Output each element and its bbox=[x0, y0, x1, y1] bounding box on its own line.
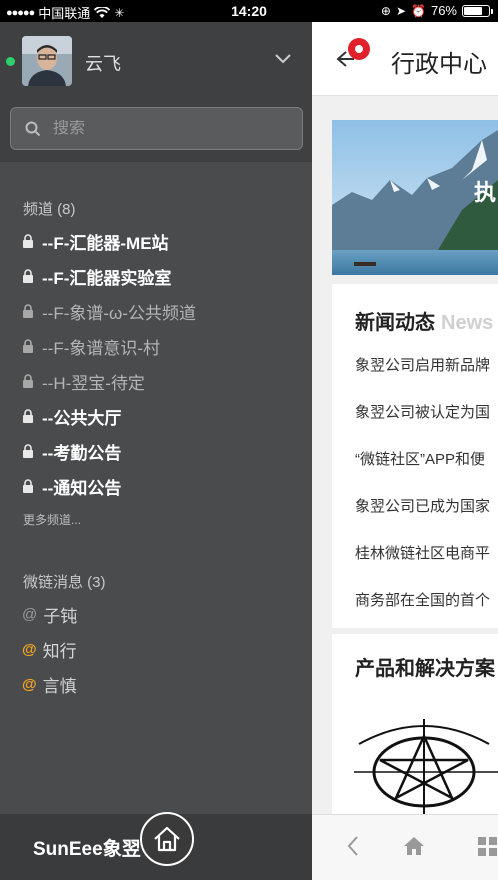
location-icon: ➤ bbox=[395, 3, 407, 18]
channel-item[interactable]: --公共大厅 bbox=[22, 404, 121, 428]
avatar-photo bbox=[22, 36, 72, 86]
status-icons: ⊕ ➤ ⏰ 76% bbox=[380, 3, 493, 18]
channel-label: --F-汇能器实验室 bbox=[42, 268, 172, 288]
message-label: 知行 bbox=[42, 641, 77, 661]
channel-label: --F-汇能器-ME站 bbox=[42, 233, 169, 253]
message-item[interactable]: @ 子钝 bbox=[22, 602, 77, 626]
sidebar-drawer: 云飞 频道 (8) --F-汇能器-ME站 --F-汇能器实验室 --F-象谱-ω-… bbox=[0, 22, 312, 880]
lock-icon bbox=[23, 234, 33, 248]
news-item[interactable]: 象翌公司已成为国家 bbox=[355, 495, 490, 516]
products-title: 产品和解决方案 bbox=[355, 658, 495, 680]
message-item[interactable]: @ 知行 bbox=[22, 637, 77, 661]
news-section-title: 新闻动态 News bbox=[355, 306, 493, 335]
message-label: 子钝 bbox=[43, 606, 78, 626]
bottom-toolbar bbox=[312, 814, 498, 880]
navbar: 行政中心 bbox=[312, 22, 498, 96]
battery-percent: 76% bbox=[430, 3, 457, 18]
lock-icon bbox=[23, 479, 33, 493]
more-channels-link[interactable]: 更多频道... bbox=[23, 511, 81, 528]
online-status-indicator bbox=[6, 57, 15, 66]
channel-item[interactable]: --考勤公告 bbox=[22, 439, 121, 463]
lock-icon bbox=[23, 339, 33, 353]
channel-label: --F-象谱-ω-公共频道 bbox=[42, 303, 196, 323]
channel-label: --考勤公告 bbox=[42, 443, 122, 463]
page-title: 行政中心 bbox=[391, 51, 487, 78]
news-subtitle: News bbox=[441, 312, 494, 334]
news-item[interactable]: 象翌公司被认定为国 bbox=[355, 401, 490, 422]
message-item[interactable]: @ 言慎 bbox=[22, 672, 77, 696]
news-item[interactable]: 桂林微链社区电商平 bbox=[355, 542, 490, 563]
banner-image[interactable]: 执 bbox=[332, 120, 498, 275]
news-card: 新闻动态 News 象翌公司启用新品牌 象翌公司被认定为国 “微链社区”APP和便 象翌… bbox=[332, 284, 498, 628]
status-bar: ●●●●● 中国联通 ✳ 14:20 ⊕ ➤ ⏰ 76% bbox=[0, 0, 498, 22]
search-input[interactable] bbox=[53, 119, 273, 138]
nav-back-icon[interactable] bbox=[346, 835, 360, 857]
brand-logo: SunEee象翌 bbox=[33, 839, 141, 860]
channel-item[interactable]: --通知公告 bbox=[22, 474, 121, 498]
notification-badge bbox=[348, 38, 370, 60]
message-label: 言慎 bbox=[42, 676, 77, 696]
channel-label: --H-翌宝-待定 bbox=[42, 373, 145, 393]
lock-icon bbox=[23, 304, 33, 318]
search-box[interactable] bbox=[10, 107, 303, 150]
channels-section-title: 频道 (8) bbox=[23, 201, 76, 218]
lock-icon bbox=[23, 374, 33, 388]
news-item[interactable]: 象翌公司启用新品牌 bbox=[355, 354, 490, 375]
channel-item[interactable]: --F-象谱-ω-公共频道 bbox=[22, 299, 196, 323]
channel-label: --公共大厅 bbox=[42, 408, 122, 428]
rotation-lock-icon: ⊕ bbox=[380, 3, 391, 18]
banner-text: 执 bbox=[474, 180, 497, 205]
lock-icon bbox=[23, 444, 33, 458]
user-name[interactable]: 云飞 bbox=[85, 50, 121, 76]
floating-home-button[interactable] bbox=[140, 812, 194, 866]
home-outline-icon bbox=[154, 826, 180, 852]
news-item[interactable]: 商务部在全国的首个 bbox=[355, 589, 490, 610]
home-icon[interactable] bbox=[402, 835, 426, 857]
sidebar-header: 云飞 bbox=[0, 22, 312, 162]
mention-icon: @ bbox=[22, 640, 37, 658]
chevron-down-icon[interactable] bbox=[274, 52, 292, 66]
main-page[interactable]: 行政中心 执 新闻动态 News 象翌公司启用新品牌 象翌公司被认定为国 “微链社区”… bbox=[312, 22, 498, 880]
apps-grid-icon[interactable] bbox=[478, 835, 498, 857]
lock-icon bbox=[23, 409, 33, 423]
channel-item[interactable]: --F-象谱意识-村 bbox=[22, 334, 160, 358]
news-title: 新闻动态 bbox=[355, 312, 435, 334]
avatar[interactable] bbox=[22, 36, 72, 86]
lock-icon bbox=[23, 269, 33, 283]
mention-icon: @ bbox=[22, 675, 37, 693]
news-item[interactable]: “微链社区”APP和便 bbox=[355, 448, 485, 469]
products-card: 产品和解决方案 bbox=[332, 634, 498, 814]
search-icon bbox=[25, 121, 41, 136]
channel-item[interactable]: --F-汇能器实验室 bbox=[22, 264, 171, 288]
channel-item[interactable]: --H-翌宝-待定 bbox=[22, 369, 145, 393]
alarm-icon: ⏰ bbox=[411, 3, 426, 18]
mention-icon: @ bbox=[22, 605, 38, 623]
channel-label: --通知公告 bbox=[42, 478, 122, 498]
product-logo-image bbox=[354, 719, 498, 814]
battery-icon bbox=[462, 4, 493, 17]
messages-section-title: 微链消息 (3) bbox=[23, 574, 106, 591]
channel-label: --F-象谱意识-村 bbox=[42, 338, 161, 358]
channel-item[interactable]: --F-汇能器-ME站 bbox=[22, 229, 169, 253]
